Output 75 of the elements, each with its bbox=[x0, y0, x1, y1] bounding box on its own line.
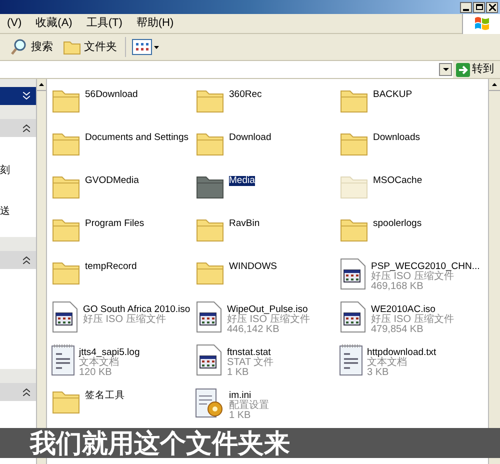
file-name[interactable]: 360Rec bbox=[229, 90, 262, 100]
menu-item[interactable]: 收藏(A) bbox=[28, 15, 80, 32]
close-icon bbox=[488, 4, 496, 10]
caret-icon bbox=[442, 68, 448, 71]
file-name[interactable]: Downloads bbox=[373, 133, 420, 143]
file-name[interactable]: WINDOWS bbox=[229, 262, 278, 272]
views-button[interactable] bbox=[132, 39, 159, 55]
up-arrow-icon bbox=[39, 83, 44, 86]
file-name[interactable]: RavBin bbox=[229, 219, 260, 229]
file-name[interactable]: 签名工具 bbox=[85, 391, 125, 401]
file-name[interactable]: GVODMedia bbox=[85, 176, 139, 186]
file-size: 1 KB bbox=[229, 411, 252, 421]
file-name[interactable]: Download bbox=[229, 133, 272, 143]
minimize-button[interactable] bbox=[460, 2, 472, 12]
file-name[interactable]: httpdownload.txt bbox=[367, 348, 436, 358]
chevron-icon[interactable] bbox=[23, 256, 30, 264]
address-field[interactable] bbox=[0, 61, 453, 78]
file-name[interactable]: spoolerlogs bbox=[373, 219, 422, 229]
application-file-icon bbox=[339, 301, 367, 333]
file-name[interactable]: BACKUP bbox=[373, 90, 412, 100]
folders-button[interactable]: 文件夹 bbox=[61, 38, 119, 56]
file-name[interactable]: jtts4_sapi5.log bbox=[79, 348, 140, 358]
application-file-icon bbox=[339, 258, 367, 290]
chevron-icon[interactable] bbox=[23, 388, 30, 396]
up-arrow-icon bbox=[492, 83, 497, 86]
dropdown-button[interactable] bbox=[439, 63, 452, 76]
file-name[interactable]: WipeOut_Pulse.iso bbox=[227, 305, 308, 315]
application-file-icon bbox=[195, 301, 223, 333]
menu-item[interactable]: (V) bbox=[0, 15, 29, 32]
folder-icon bbox=[63, 39, 81, 55]
application-file-icon bbox=[51, 301, 79, 333]
file-name[interactable]: WE2010AC.iso bbox=[371, 305, 436, 315]
file-size: 479,854 KB bbox=[371, 325, 424, 335]
menu-item[interactable]: 帮助(H) bbox=[129, 15, 181, 32]
file-size: 3 KB bbox=[367, 368, 390, 378]
chevron-icon[interactable] bbox=[23, 124, 30, 132]
text-document-icon bbox=[339, 344, 363, 376]
file-type: 好压 ISO 压缩文件 bbox=[371, 315, 454, 325]
file-type: STAT 文件 bbox=[227, 358, 274, 368]
file-size: 1 KB bbox=[227, 368, 250, 378]
maximize-button[interactable] bbox=[473, 2, 485, 12]
arrow-icon bbox=[456, 62, 470, 76]
file-type: 文本文档 bbox=[79, 358, 119, 368]
file-size: 120 KB bbox=[79, 368, 113, 378]
file-name[interactable]: Media bbox=[229, 176, 255, 186]
file-type: 好压 ISO 压缩文件 bbox=[371, 272, 454, 282]
file-name[interactable]: im.ini bbox=[229, 391, 252, 401]
application-file-icon bbox=[195, 344, 223, 376]
file-name[interactable]: MSOCache bbox=[373, 176, 422, 186]
views-icon bbox=[132, 39, 152, 55]
file-type: 好压 ISO 压缩文件 bbox=[83, 315, 167, 325]
task-link[interactable]: 刻 bbox=[0, 163, 10, 178]
menu-item[interactable]: 工具(T) bbox=[79, 15, 130, 32]
close-button[interactable] bbox=[486, 2, 498, 12]
file-type: 好压 ISO 压缩文件 bbox=[227, 315, 310, 325]
text-document-icon bbox=[51, 344, 75, 376]
task-link[interactable]: 送 bbox=[0, 204, 10, 219]
file-name[interactable]: 56Download bbox=[85, 90, 138, 100]
file-size: 469,168 KB bbox=[371, 282, 424, 292]
search-icon bbox=[10, 38, 28, 56]
file-size: 446,142 KB bbox=[227, 325, 280, 335]
file-name[interactable]: Program Files bbox=[85, 219, 144, 229]
file-name[interactable]: PSP_WECG2010_CHN... bbox=[371, 262, 480, 272]
settings-file-icon bbox=[195, 387, 225, 419]
file-type: 配置设置 bbox=[229, 401, 269, 411]
file-type: 文本文档 bbox=[367, 358, 407, 368]
file-name[interactable]: ftnstat.stat bbox=[227, 348, 271, 358]
caret-icon bbox=[154, 46, 159, 48]
file-name[interactable]: tempRecord bbox=[85, 262, 137, 272]
file-name[interactable]: GO South Africa 2010.iso bbox=[83, 305, 190, 315]
caption-text: 我们就用这个文件夹来 bbox=[30, 430, 290, 456]
flag-logo bbox=[474, 16, 490, 31]
search-button[interactable]: 搜索 bbox=[8, 38, 55, 56]
file-name[interactable]: Documents and Settings bbox=[85, 133, 189, 143]
go-button[interactable]: 转到 bbox=[456, 61, 500, 78]
